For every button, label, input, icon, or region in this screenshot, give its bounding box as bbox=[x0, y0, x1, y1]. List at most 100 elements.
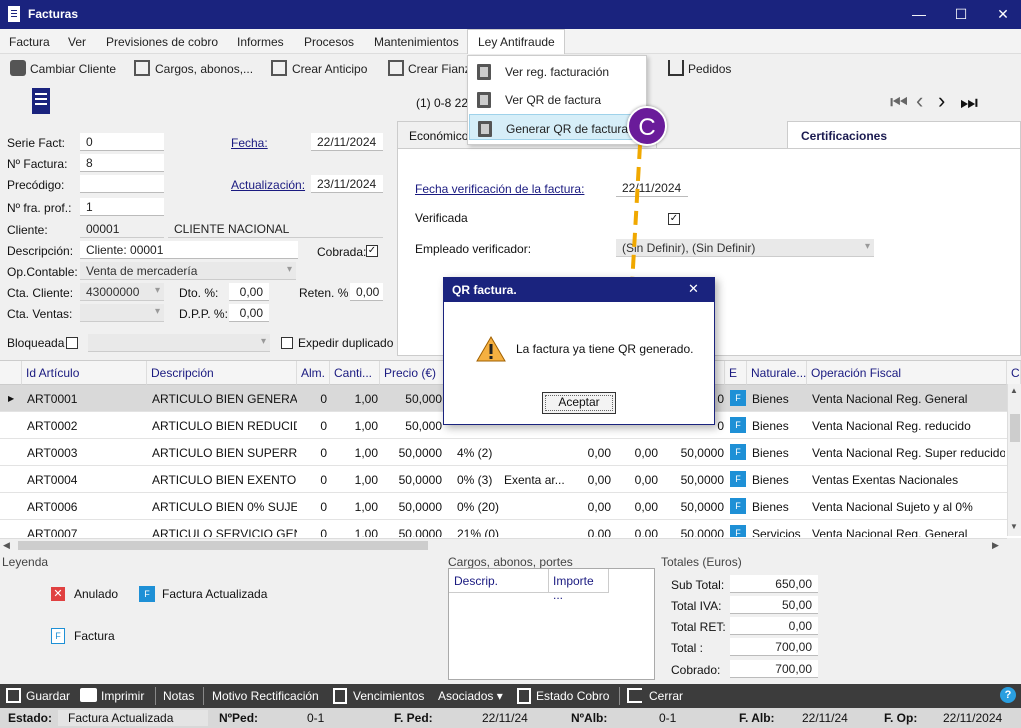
cell-cant: 1,00 bbox=[354, 392, 378, 406]
dto-field[interactable]: 0,00 bbox=[229, 283, 269, 301]
serie-label: Serie Fact: bbox=[7, 136, 66, 150]
legend-factura: Factura bbox=[74, 629, 115, 643]
table-row[interactable]: ART0007 ARTICULO SERVICIO GEN... 0 1,00 50,0… bbox=[0, 520, 1007, 537]
crear-anticipo-button[interactable]: Crear Anticipo bbox=[292, 62, 367, 76]
menu-previsiones[interactable]: Previsiones de cobro bbox=[106, 35, 218, 49]
fecha-label[interactable]: Fecha: bbox=[231, 136, 268, 150]
grid-horizontal-scrollbar[interactable]: ◀ ▶ bbox=[0, 538, 1007, 552]
menu-ley-antifraude[interactable]: Ley Antifraude bbox=[478, 35, 555, 49]
next-record-icon[interactable]: › bbox=[938, 88, 945, 114]
menu-procesos[interactable]: Procesos bbox=[304, 35, 354, 49]
table-row[interactable]: ART0003 ARTICULO BIEN SUPERR... 0 1,00 50,00… bbox=[0, 439, 1007, 466]
cliente-code-field[interactable]: 00001 bbox=[80, 220, 164, 238]
minimize-button[interactable]: — bbox=[904, 4, 934, 24]
cambiar-cliente-button[interactable]: Cambiar Cliente bbox=[30, 62, 116, 76]
imprimir-button[interactable]: Imprimir bbox=[101, 689, 144, 703]
fop-value: 22/11/2024 bbox=[943, 711, 1003, 725]
first-record-icon[interactable]: ⏮ bbox=[890, 92, 914, 114]
motivo-rectificacion-button[interactable]: Motivo Rectificación bbox=[212, 689, 319, 703]
ctacliente-select[interactable]: 43000000 bbox=[80, 283, 164, 301]
notas-button[interactable]: Notas bbox=[163, 689, 194, 703]
dpp-field[interactable]: 0,00 bbox=[229, 304, 269, 322]
maximize-button[interactable]: ☐ bbox=[946, 4, 976, 24]
col-naturaleza[interactable]: Naturale... bbox=[747, 361, 807, 385]
scroll-up-icon[interactable]: ▲ bbox=[1010, 386, 1018, 395]
col-e[interactable]: E bbox=[725, 361, 747, 385]
fecha-verif-label[interactable]: Fecha verificación de la factura: bbox=[415, 182, 584, 196]
hscroll-thumb[interactable] bbox=[18, 541, 428, 550]
col-cantidad[interactable]: Canti... bbox=[330, 361, 380, 385]
table-row[interactable]: ART0004 ARTICULO BIEN EXENTO 0 1,00 50,0000 0… bbox=[0, 466, 1007, 493]
cell-cant: 1,00 bbox=[354, 527, 378, 537]
col-alm[interactable]: Alm. bbox=[297, 361, 330, 385]
menu-mantenimientos[interactable]: Mantenimientos bbox=[374, 35, 459, 49]
fop-label: F. Op: bbox=[884, 711, 918, 725]
cargos-col-descrip[interactable]: Descrip. bbox=[449, 569, 549, 593]
bloqueada-checkbox[interactable] bbox=[66, 337, 78, 349]
prev-record-icon[interactable]: ‹ bbox=[916, 88, 923, 114]
reten-label: Reten. % bbox=[299, 286, 349, 300]
cell-id: ART0006 bbox=[27, 500, 78, 514]
scroll-right-icon[interactable]: ▶ bbox=[992, 540, 999, 551]
last-record-icon[interactable]: ⏭ bbox=[960, 92, 978, 115]
cell-id: ART0003 bbox=[27, 446, 78, 460]
dialog-close-icon[interactable]: ✕ bbox=[688, 281, 699, 297]
pedidos-button[interactable]: Pedidos bbox=[688, 62, 731, 76]
menu-ver[interactable]: Ver bbox=[68, 35, 86, 49]
grid-vertical-scrollbar[interactable]: ▲ ▼ bbox=[1007, 384, 1021, 536]
help-icon[interactable]: ? bbox=[1000, 687, 1016, 703]
cell-nat: Bienes bbox=[752, 500, 789, 514]
list-icon bbox=[134, 60, 150, 76]
estado-cobro-button[interactable]: Estado Cobro bbox=[536, 689, 609, 703]
cerrar-button[interactable]: Cerrar bbox=[649, 689, 683, 703]
guardar-button[interactable]: Guardar bbox=[26, 689, 70, 703]
actualizacion-field[interactable]: 23/11/2024 bbox=[311, 175, 383, 193]
precodigo-field[interactable] bbox=[80, 175, 164, 193]
menu-item-ver-reg-facturacion[interactable]: Ver reg. facturación bbox=[469, 58, 645, 84]
cell-desc: ARTICULO SERVICIO GEN... bbox=[152, 527, 297, 537]
scroll-thumb[interactable] bbox=[1010, 414, 1020, 442]
aceptar-button[interactable]: Aceptar bbox=[542, 392, 616, 414]
record-nav-buttons[interactable]: ⏮ bbox=[890, 92, 914, 115]
table-row[interactable]: ART0006 ARTICULO BIEN 0% SUJE... 0 1,00 50,0… bbox=[0, 493, 1007, 520]
nfactura-field[interactable]: 8 bbox=[80, 154, 164, 172]
cell-cant: 1,00 bbox=[354, 473, 378, 487]
reten-field[interactable]: 0,00 bbox=[350, 283, 383, 301]
opcontable-label: Op.Contable: bbox=[7, 265, 78, 279]
cargos-table: Descrip. Importe ... bbox=[448, 568, 655, 680]
col-id-articulo[interactable]: Id Artículo bbox=[22, 361, 147, 385]
cargos-col-importe[interactable]: Importe ... bbox=[549, 569, 609, 602]
record-navigation-info: (1) 0-8 22 bbox=[416, 96, 469, 110]
ctaventas-select[interactable] bbox=[80, 304, 164, 322]
cell-b: 0,00 bbox=[634, 446, 658, 460]
menu-informes[interactable]: Informes bbox=[237, 35, 284, 49]
col-operacion-fiscal[interactable]: Operación Fiscal bbox=[807, 361, 1007, 385]
actualizada-badge-icon: F bbox=[730, 498, 746, 514]
cargos-button[interactable]: Cargos, abonos,... bbox=[155, 62, 253, 76]
asociados-button[interactable]: Asociados ▾ bbox=[438, 689, 503, 703]
actualizacion-label[interactable]: Actualización: bbox=[231, 178, 305, 192]
menu-factura[interactable]: Factura bbox=[9, 35, 50, 49]
scroll-left-icon[interactable]: ◀ bbox=[3, 540, 10, 551]
actualizada-badge-icon: F bbox=[730, 390, 746, 406]
cell-op: Venta Nacional Reg. reducido bbox=[812, 419, 971, 433]
expedir-checkbox[interactable] bbox=[281, 337, 293, 349]
cell-alm: 0 bbox=[320, 500, 327, 514]
col-c[interactable]: C bbox=[1007, 361, 1021, 385]
cell-iva: 4% (2) bbox=[457, 446, 493, 460]
serie-field[interactable]: 0 bbox=[80, 133, 164, 151]
action-bar: Guardar Imprimir Notas Motivo Rectificac… bbox=[0, 684, 1021, 708]
descripcion-field[interactable]: Cliente: 00001 bbox=[80, 241, 298, 259]
col-descripcion[interactable]: Descripción bbox=[147, 361, 297, 385]
opcontable-select[interactable]: Venta de mercadería bbox=[80, 262, 296, 280]
fped-label: F. Ped: bbox=[394, 711, 433, 725]
nfra-field[interactable]: 1 bbox=[80, 198, 164, 216]
cell-a: 0,00 bbox=[587, 527, 611, 537]
cobrada-checkbox[interactable]: ✓ bbox=[366, 245, 378, 257]
fecha-field[interactable]: 22/11/2024 bbox=[311, 133, 383, 151]
close-button[interactable]: ✕ bbox=[988, 4, 1018, 24]
bloqueada-select[interactable] bbox=[88, 334, 270, 352]
cell-total: 50,0000 bbox=[680, 527, 724, 537]
scroll-down-icon[interactable]: ▼ bbox=[1010, 522, 1018, 531]
vencimientos-button[interactable]: Vencimientos bbox=[353, 689, 424, 703]
